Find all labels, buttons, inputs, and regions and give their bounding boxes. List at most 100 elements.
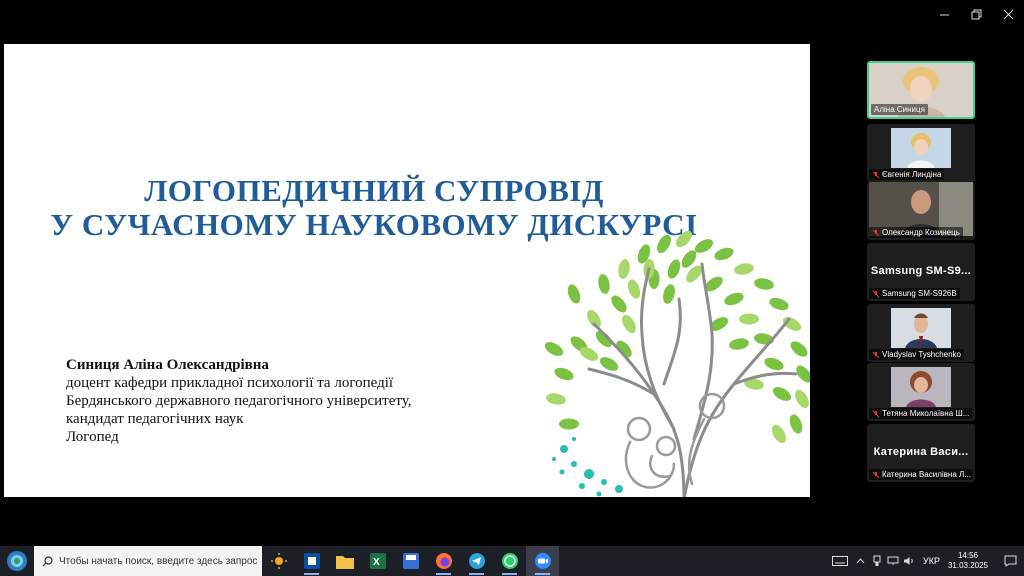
participant-tile[interactable]: Vladyslav Tyshchenko — [867, 304, 975, 362]
restore-button[interactable] — [960, 0, 992, 28]
notification-center-button[interactable] — [996, 546, 1024, 576]
leaf — [675, 230, 693, 248]
show-hidden-icons-button[interactable] — [853, 546, 869, 576]
mic-muted-icon — [872, 410, 880, 417]
folder-icon — [335, 555, 354, 569]
leaf — [772, 424, 786, 444]
close-icon — [1003, 9, 1013, 19]
participant-name-label: Євгенія Линдіна — [869, 169, 945, 180]
search-icon — [42, 555, 53, 566]
leaf — [734, 263, 754, 275]
excel-icon: X — [369, 553, 386, 569]
participant-tile[interactable]: Аліна Синиця — [867, 61, 975, 119]
mic-muted-icon — [872, 229, 880, 236]
participant-tile[interactable]: Олександр Козинець — [867, 182, 975, 240]
leaf — [754, 278, 774, 290]
participant-name-label: Олександр Козинець — [869, 227, 963, 238]
leaf — [611, 295, 627, 313]
decor-dot — [571, 461, 577, 467]
mic-muted-icon — [872, 171, 880, 178]
clock-date: 31.03.2025 — [947, 561, 988, 570]
leaf — [598, 274, 610, 294]
participant-name-label: Samsung SM-S926B — [869, 288, 960, 299]
search-placeholder: Чтобы начать поиск, введите здесь запрос — [59, 555, 258, 567]
minimize-button[interactable] — [928, 0, 960, 28]
decor-dot — [596, 491, 602, 497]
taskbar-app-telegram[interactable] — [460, 546, 493, 576]
whatsapp-icon — [501, 553, 518, 569]
usb-tray-button[interactable] — [869, 546, 885, 576]
weather-icon — [270, 553, 287, 569]
decor-dot — [615, 485, 623, 493]
restore-icon — [971, 9, 981, 19]
clock-time: 14:56 — [957, 551, 978, 560]
participant-tile[interactable]: Євгенія Линдіна — [867, 124, 975, 182]
keyboard-icon — [831, 556, 848, 566]
author-name: Синиця Аліна Олександрівна — [66, 357, 269, 373]
usb-icon — [873, 555, 881, 566]
leaf — [769, 297, 789, 311]
leaf — [724, 292, 744, 306]
decor-dots — [552, 437, 623, 497]
leaf — [544, 342, 564, 356]
app-window: ЛОГОПЕДИЧНИЙ СУПРОВІД У СУЧАСНОМУ НАУКОВ… — [0, 0, 1024, 576]
leaf — [795, 389, 809, 409]
slide-title-line-1: ЛОГОПЕДИЧНИЙ СУПРОВІД — [144, 173, 604, 208]
leaf — [714, 247, 734, 261]
decor-dot — [552, 457, 556, 461]
participant-name-label: Катерина Василівна Л... — [869, 469, 973, 480]
leaf — [595, 330, 613, 348]
participant-display-name: Samsung SM-S9... — [870, 265, 972, 277]
decor-dot — [584, 469, 594, 479]
mic-muted-icon — [872, 351, 880, 358]
notification-icon — [1004, 555, 1016, 567]
tree-leaves — [544, 230, 810, 444]
taskbar-app-blue[interactable] — [295, 546, 328, 576]
author-line: Бердянського державного педагогічного ун… — [66, 393, 412, 409]
leaf — [546, 393, 566, 405]
participant-name-label: Тетяна Миколаївна Ш... — [869, 408, 973, 419]
telegram-icon — [468, 553, 485, 569]
zoom-icon — [534, 553, 551, 569]
leaf — [729, 338, 749, 350]
participant-tile[interactable]: Катерина Васи... Катерина Василівна Л... — [867, 424, 975, 482]
volume-tray-button[interactable] — [901, 546, 917, 576]
disk-icon — [402, 553, 419, 569]
start-button[interactable] — [0, 546, 34, 576]
network-tray-button[interactable] — [885, 546, 901, 576]
taskbar-app-zoom[interactable] — [526, 546, 559, 576]
taskbar-app-excel[interactable]: X — [361, 546, 394, 576]
mic-muted-icon — [872, 471, 880, 478]
author-line: кандидат педагогічних наук — [66, 411, 244, 427]
taskbar-search-box[interactable]: Чтобы начать поиск, введите здесь запрос — [34, 546, 262, 576]
taskbar-app-weather[interactable] — [262, 546, 295, 576]
tree-family-illustration — [544, 230, 810, 497]
taskbar-app-disk[interactable] — [394, 546, 427, 576]
chevron-up-icon — [857, 558, 865, 564]
minimize-icon — [939, 14, 949, 15]
taskbar-app-file-explorer[interactable] — [328, 546, 361, 576]
leaf — [764, 357, 784, 371]
decor-dot — [601, 479, 607, 485]
leaf — [739, 313, 759, 325]
participant-avatar — [891, 367, 951, 407]
taskbar-app-whatsapp[interactable] — [493, 546, 526, 576]
leaf — [772, 387, 792, 401]
participant-tile[interactable]: Samsung SM-S9... Samsung SM-S926B — [867, 243, 975, 301]
leaf — [627, 279, 641, 299]
participant-name-label: Аліна Синиця — [871, 104, 928, 115]
taskbar-app-firefox[interactable] — [427, 546, 460, 576]
close-button[interactable] — [992, 0, 1024, 28]
leaf — [618, 259, 630, 279]
leaf — [789, 414, 803, 434]
clock[interactable]: 14:56 31.03.2025 — [948, 551, 988, 571]
leaf — [667, 259, 681, 279]
svg-text:X: X — [373, 557, 380, 568]
leaf — [657, 234, 671, 254]
participant-tile[interactable]: Тетяна Миколаївна Ш... — [867, 363, 975, 421]
taskbar: Чтобы начать поиск, введите здесь запрос… — [0, 546, 1024, 576]
leaf — [663, 284, 675, 304]
leaf — [587, 309, 601, 329]
language-indicator[interactable]: УКР — [923, 556, 940, 566]
keyboard-tray-button[interactable] — [827, 546, 853, 576]
